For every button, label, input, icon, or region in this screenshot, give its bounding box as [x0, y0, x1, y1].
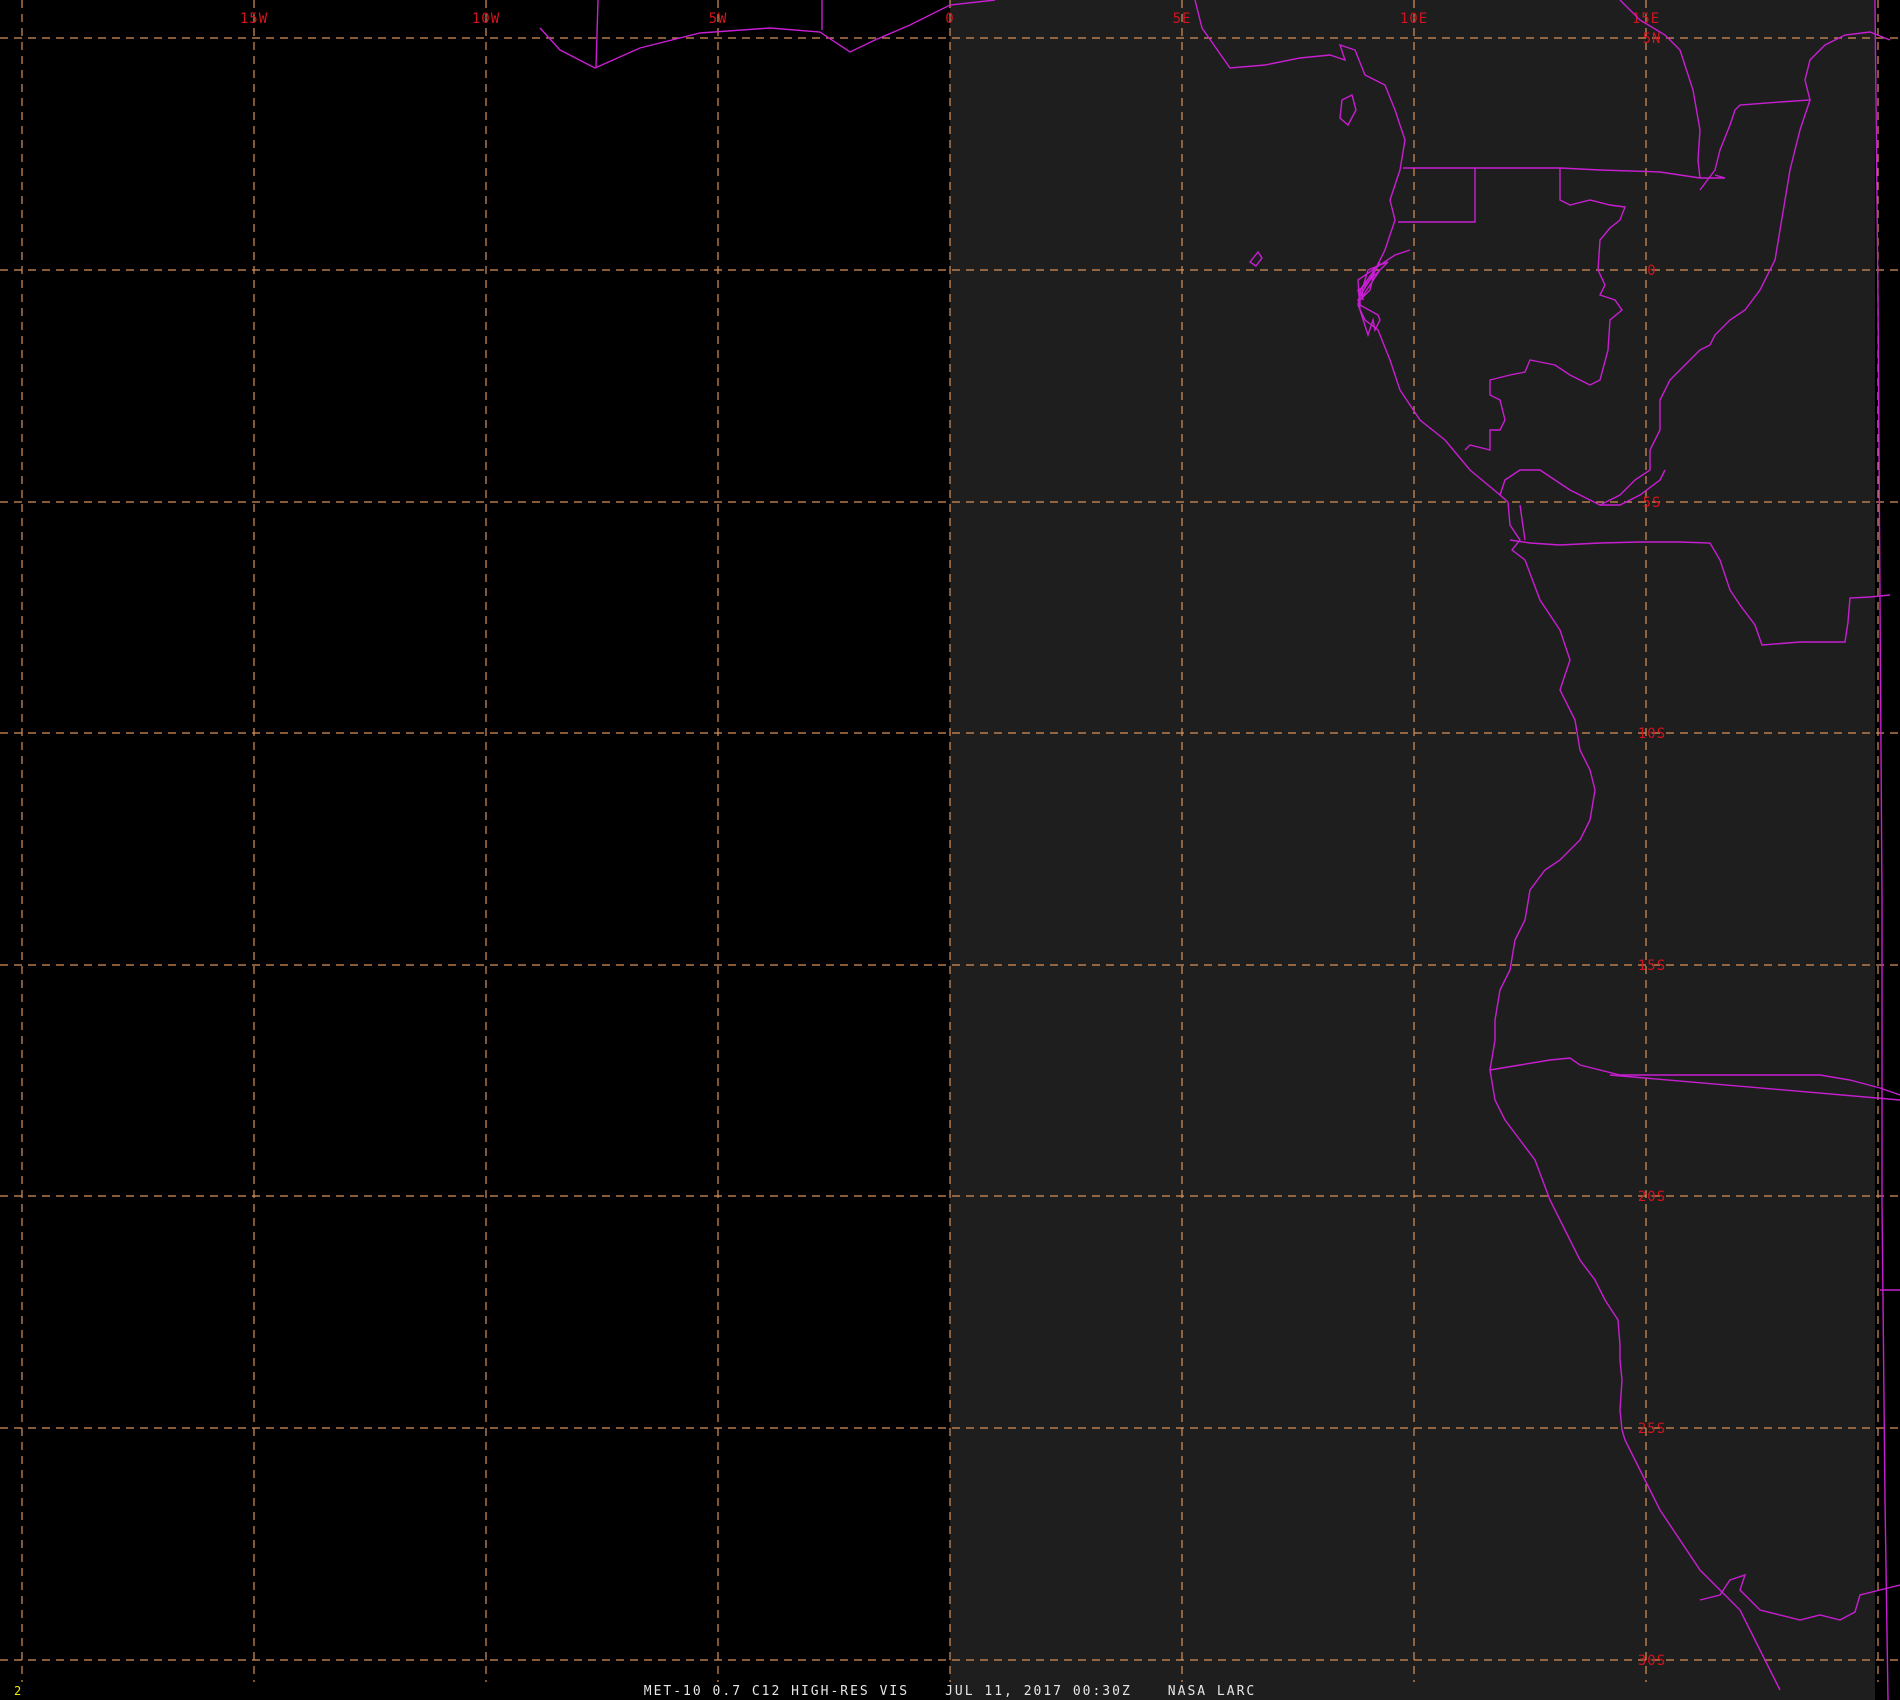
- latitude-label: 25S: [1638, 1421, 1666, 1437]
- longitude-label: 10E: [1400, 11, 1428, 27]
- longitude-label: 5E: [1173, 11, 1192, 27]
- latitude-label: 0: [1647, 263, 1656, 279]
- latitude-label: 30S: [1638, 1653, 1666, 1669]
- image-caption: MET-10 0.7 C12 HIGH-RES VIS JUL 11, 2017 …: [0, 1684, 1900, 1699]
- latitude-label: 20S: [1638, 1189, 1666, 1205]
- product-name: MET-10 0.7 C12 HIGH-RES VIS: [643, 1684, 910, 1699]
- satellite-imagery-region: [950, 0, 1875, 1700]
- satellite-map: 15W 10W 5W 0 5E 10E 15E 5N 0 5S 10S 15S 20S 25S 30S: [0, 0, 1900, 1700]
- latitude-label: 15S: [1638, 958, 1666, 974]
- latitude-label: 10S: [1638, 726, 1666, 742]
- longitude-label: 10W: [472, 11, 500, 27]
- longitude-label: 5W: [709, 11, 728, 27]
- longitude-label: 0: [945, 11, 954, 27]
- longitude-label: 15W: [240, 11, 268, 27]
- latitude-label: 5S: [1643, 495, 1662, 511]
- timestamp: JUL 11, 2017 00:30Z: [945, 1684, 1132, 1699]
- data-source: NASA LARC: [1167, 1684, 1257, 1699]
- longitude-label: 15E: [1632, 11, 1660, 27]
- latitude-label: 5N: [1643, 31, 1662, 47]
